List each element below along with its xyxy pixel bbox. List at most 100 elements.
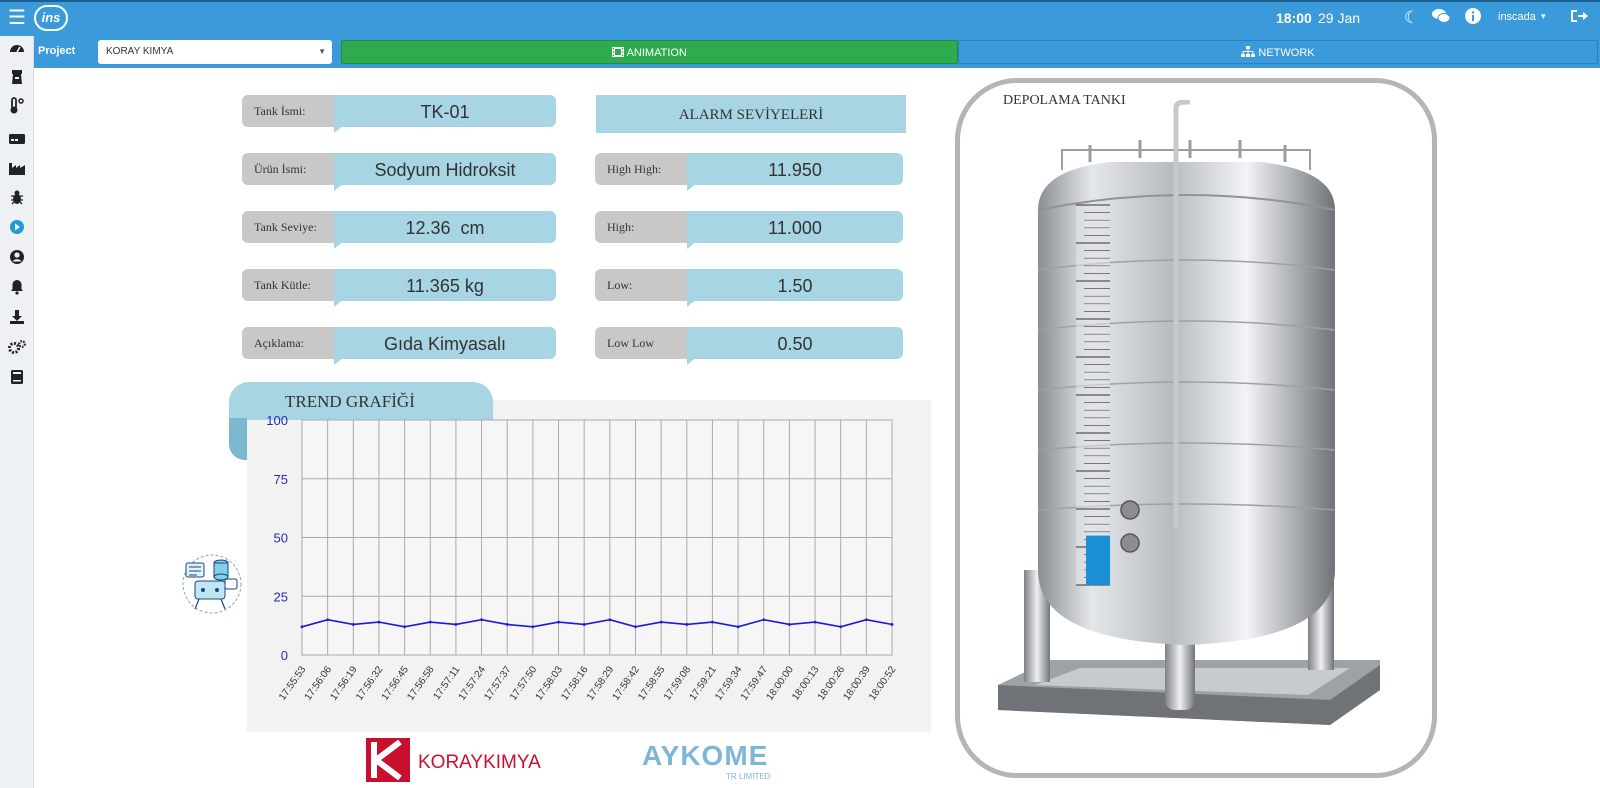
data-point	[480, 618, 483, 622]
data-point	[813, 620, 817, 624]
y-tick-label: 100	[266, 413, 288, 428]
koray-kimya-logo: KORAYKIMYA	[366, 738, 546, 787]
field-value: 11.000	[687, 211, 903, 243]
field-value: 1.50	[687, 269, 903, 301]
data-assistant-illustration	[181, 553, 243, 620]
data-point	[403, 625, 407, 629]
field-notch	[334, 183, 344, 191]
chevron-down-icon: ▼	[318, 47, 326, 56]
data-point	[351, 623, 355, 626]
data-point	[557, 620, 560, 624]
data-point	[608, 618, 612, 622]
book-icon[interactable]	[0, 366, 34, 396]
level-gauge-fill	[1086, 535, 1110, 585]
project-label: Project	[38, 45, 76, 57]
info-icon[interactable]	[1465, 8, 1481, 29]
data-point	[634, 625, 637, 629]
gears-icon[interactable]	[0, 336, 34, 366]
data-point	[787, 623, 791, 626]
field-value: 11.365 kg	[334, 269, 556, 301]
top-bar: ☰ ins 18:00 29 Jan ☾ inscada ▾	[0, 0, 1600, 36]
project-select-value: KORAY KIMYA	[106, 46, 174, 57]
dashboard-icon[interactable]	[0, 36, 34, 66]
sidebar	[0, 36, 34, 788]
data-point	[428, 620, 432, 624]
field-value: TK-01	[334, 95, 556, 127]
field-label: Açıklama:	[242, 327, 338, 359]
field-label: Low Low	[595, 327, 691, 359]
data-point	[582, 623, 586, 626]
clock-date: 29 Jan	[1318, 10, 1361, 26]
logout-icon[interactable]	[1570, 8, 1588, 29]
field-value: 11.950	[687, 153, 903, 185]
user-menu[interactable]: inscada	[1498, 11, 1536, 23]
animation-icon[interactable]	[0, 216, 34, 246]
project-bar: Project KORAY KIMYA ▼ ANIMATION NETWORK	[34, 36, 1600, 68]
data-point	[711, 620, 714, 624]
field-notch	[334, 357, 344, 365]
field-value: 12.36 cm	[334, 211, 556, 243]
tab-network-label: NETWORK	[1258, 47, 1315, 59]
field-label: Tank Seviye:	[242, 211, 338, 243]
field-label: Tank Kütle:	[242, 269, 338, 301]
project-select[interactable]: KORAY KIMYA ▼	[98, 40, 332, 64]
data-point	[890, 623, 894, 626]
field-value: Gıda Kimyasalı	[334, 327, 556, 359]
clock-time: 18:00	[1276, 10, 1312, 26]
alarm-levels-header: ALARM SEVİYELERİ	[596, 95, 906, 133]
factory-icon[interactable]	[0, 156, 34, 186]
data-point	[326, 618, 330, 622]
field-value: Sodyum Hidroksit	[334, 153, 556, 185]
data-point	[505, 623, 509, 626]
data-point	[762, 618, 766, 622]
sitemap-icon	[1241, 46, 1258, 59]
moon-icon[interactable]: ☾	[1404, 8, 1419, 28]
aykome-logo: AYKOME TR LIMITED	[640, 738, 790, 787]
bug-icon[interactable]	[0, 186, 34, 216]
data-point	[839, 625, 843, 629]
y-tick-label: 0	[281, 648, 288, 663]
storage-tank-illustration	[998, 100, 1380, 725]
trend-tab-accent	[229, 418, 247, 460]
field-notch	[334, 299, 344, 307]
x-tick-label: 18:00:52	[867, 664, 899, 703]
data-point	[864, 618, 868, 622]
temperature-icon[interactable]	[0, 96, 34, 126]
data-point	[454, 623, 458, 626]
y-tick-label: 75	[274, 472, 288, 487]
trend-chart[interactable]: 025507510017:55:5317:56:0617:56:1917:56:…	[247, 400, 931, 732]
hamburger-menu-icon[interactable]: ☰	[8, 8, 26, 28]
field-label: Tank İsmi:	[242, 95, 338, 127]
field-notch	[687, 183, 697, 191]
field-notch	[687, 299, 697, 307]
chevron-down-icon[interactable]: ▾	[1541, 11, 1546, 22]
data-point	[377, 620, 381, 624]
aykome-logo-subtext: TR LIMITED	[726, 772, 771, 781]
film-icon	[612, 47, 626, 59]
data-point	[531, 625, 535, 629]
aykome-logo-text: AYKOME	[642, 740, 768, 771]
field-label: Ürün İsmi:	[242, 153, 338, 185]
download-icon[interactable]	[0, 306, 34, 336]
y-tick-label: 50	[274, 531, 288, 546]
app-logo[interactable]: ins	[34, 5, 68, 31]
tab-animation[interactable]: ANIMATION	[341, 40, 958, 64]
data-point	[659, 620, 663, 624]
field-notch	[334, 241, 344, 249]
user-icon[interactable]	[0, 246, 34, 276]
data-point	[300, 625, 304, 629]
tab-animation-label: ANIMATION	[626, 47, 687, 59]
data-point	[736, 625, 740, 629]
tab-network[interactable]: NETWORK	[958, 40, 1598, 64]
y-tick-label: 25	[274, 589, 288, 604]
field-notch	[687, 357, 697, 365]
tower-icon[interactable]	[0, 66, 34, 96]
device-icon[interactable]	[0, 126, 34, 156]
field-label: High High:	[595, 153, 691, 185]
field-value: 0.50	[687, 327, 903, 359]
chat-icon[interactable]	[1432, 8, 1451, 29]
bell-icon[interactable]	[0, 276, 34, 306]
koray-logo-text: KORAYKIMYA	[418, 752, 541, 773]
field-label: High:	[595, 211, 691, 243]
data-point	[685, 623, 689, 626]
